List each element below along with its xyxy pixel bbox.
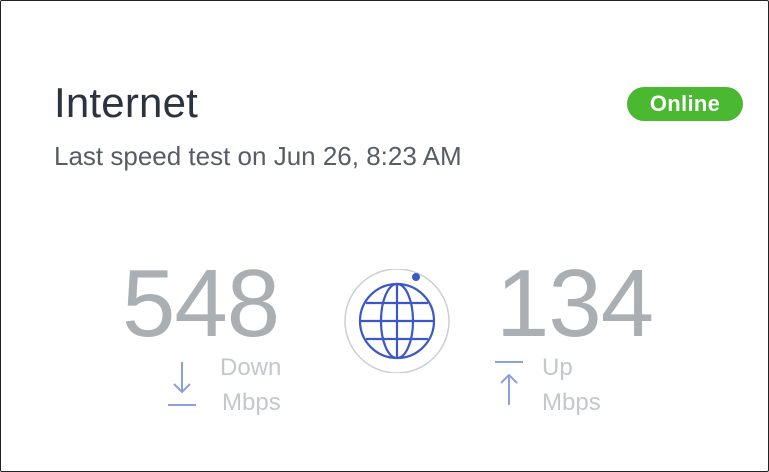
status-badge: Online bbox=[627, 87, 743, 121]
globe-icon[interactable] bbox=[339, 269, 455, 373]
upload-label: Up bbox=[542, 354, 573, 381]
download-label: Down bbox=[220, 354, 282, 381]
last-speed-test-text: Last speed test on Jun 26, 8:23 AM bbox=[54, 141, 462, 171]
download-speed-value: 548 bbox=[122, 250, 280, 357]
arrow-up-icon bbox=[495, 361, 523, 405]
arrow-down-icon bbox=[168, 362, 196, 406]
card-title: Internet bbox=[54, 79, 199, 126]
download-unit: Mbps bbox=[222, 389, 281, 416]
upload-speed-value: 134 bbox=[496, 250, 654, 357]
upload-unit: Mbps bbox=[542, 389, 601, 416]
internet-card: Internet Online Last speed test on Jun 2… bbox=[0, 0, 769, 472]
